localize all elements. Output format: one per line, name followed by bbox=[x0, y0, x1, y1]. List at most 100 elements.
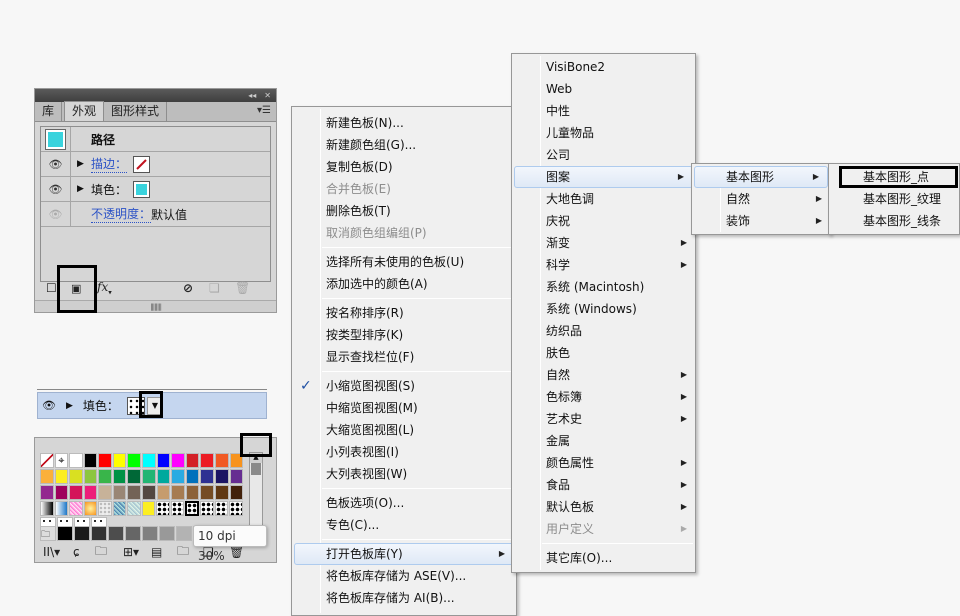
fill-swatch[interactable] bbox=[133, 180, 151, 198]
menu-item[interactable]: 庆祝 bbox=[512, 210, 695, 232]
menu-item[interactable]: 合并色板(E) bbox=[292, 178, 516, 200]
swatch[interactable] bbox=[127, 485, 142, 500]
clear-appearance-icon[interactable]: ⊘ bbox=[183, 281, 193, 295]
swatch[interactable] bbox=[156, 501, 170, 516]
gray-swatch[interactable] bbox=[108, 526, 124, 541]
menu-item[interactable]: 色标簿 ▶ bbox=[512, 386, 695, 408]
menu-item[interactable]: 默认色板 ▶ bbox=[512, 496, 695, 518]
panel-menu-icon[interactable]: ▾☰ bbox=[257, 105, 271, 116]
swatch[interactable] bbox=[98, 485, 112, 500]
menu-item[interactable]: 金属 bbox=[512, 430, 695, 452]
swatch[interactable] bbox=[83, 485, 98, 500]
swatch[interactable] bbox=[214, 453, 229, 468]
swatch[interactable] bbox=[141, 501, 156, 516]
swatch[interactable] bbox=[127, 501, 141, 516]
swatch[interactable] bbox=[229, 469, 244, 484]
swatch[interactable] bbox=[142, 485, 156, 500]
gray-swatch[interactable] bbox=[142, 526, 158, 541]
visibility-eye-icon[interactable]: 👁 bbox=[38, 399, 60, 412]
swatch[interactable] bbox=[214, 485, 229, 500]
swatch[interactable] bbox=[156, 453, 171, 468]
swatch[interactable] bbox=[214, 501, 229, 516]
menu-item[interactable]: 系统 (Macintosh) bbox=[512, 276, 695, 298]
menu-item[interactable]: 自然 ▶ bbox=[512, 364, 695, 386]
gray-swatch[interactable] bbox=[57, 526, 73, 541]
swatch[interactable] bbox=[69, 453, 83, 468]
menu-item[interactable]: 大缩览图视图(L) bbox=[292, 419, 516, 441]
collapse-icon[interactable]: ◂◂ bbox=[248, 91, 256, 100]
swatch[interactable] bbox=[40, 485, 54, 500]
swatch[interactable] bbox=[54, 501, 69, 516]
opacity-row[interactable]: 👁 不透明度： 默认值 bbox=[41, 202, 270, 227]
swatch[interactable] bbox=[40, 469, 54, 484]
swatch[interactable] bbox=[40, 453, 54, 468]
menu-item[interactable]: 复制色板(D) bbox=[292, 156, 516, 178]
swatch[interactable] bbox=[142, 453, 156, 468]
swatch[interactable] bbox=[214, 469, 229, 484]
menu-item[interactable]: 科学 ▶ bbox=[512, 254, 695, 276]
menu-item[interactable]: 小缩览图视图(S) ✓ bbox=[292, 375, 516, 397]
menu-item[interactable]: 大列表视图(W) bbox=[292, 463, 516, 485]
swatch[interactable] bbox=[171, 469, 185, 484]
menu-item[interactable]: 食品 ▶ bbox=[512, 474, 695, 496]
visibility-eye-icon[interactable]: 👁 bbox=[41, 152, 71, 176]
swatch[interactable] bbox=[54, 469, 69, 484]
menu-item[interactable]: 基本图形 ▶ bbox=[694, 166, 828, 188]
menu-item[interactable]: 基本图形_点 bbox=[839, 166, 958, 188]
new-group-icon[interactable]: 🗀 bbox=[177, 542, 189, 563]
swatch[interactable] bbox=[98, 453, 112, 468]
load-library-icon[interactable]: 🗀 bbox=[95, 542, 107, 563]
swatch[interactable]: ⌖ bbox=[54, 453, 69, 468]
swatch[interactable] bbox=[185, 469, 200, 484]
menu-item[interactable]: 基本图形_纹理 bbox=[829, 188, 959, 210]
swatch[interactable] bbox=[156, 469, 171, 484]
swatch[interactable] bbox=[200, 485, 214, 500]
menu-item[interactable]: 新建色板(N)... bbox=[292, 112, 516, 134]
menu-item[interactable]: 小列表视图(I) bbox=[292, 441, 516, 463]
swatch[interactable] bbox=[83, 501, 98, 516]
menu-item[interactable]: 肤色 bbox=[512, 342, 695, 364]
menu-item[interactable]: 颜色属性 ▶ bbox=[512, 452, 695, 474]
gray-swatch[interactable] bbox=[91, 526, 107, 541]
swatch[interactable] bbox=[229, 501, 243, 516]
menu-item[interactable]: VisiBone2 bbox=[512, 56, 695, 78]
tab-library[interactable]: 库 bbox=[35, 102, 63, 121]
menu-item[interactable]: 取消颜色组编组(P) bbox=[292, 222, 516, 244]
fx-icon[interactable]: fx▾ bbox=[97, 280, 112, 296]
swatch[interactable] bbox=[40, 501, 54, 516]
swatch[interactable] bbox=[98, 501, 112, 516]
swatch[interactable] bbox=[112, 453, 127, 468]
show-kind-icon[interactable]: ɕ bbox=[73, 545, 80, 559]
swatch[interactable] bbox=[171, 453, 185, 468]
swatch[interactable] bbox=[200, 453, 214, 468]
menu-item[interactable]: 用户定义 ▶ bbox=[512, 518, 695, 540]
swatch[interactable] bbox=[200, 501, 214, 516]
scrollbar[interactable]: ▲ bbox=[249, 452, 263, 536]
delete-icon[interactable]: 🗑 bbox=[229, 545, 244, 559]
swatch[interactable] bbox=[156, 485, 171, 500]
menu-item[interactable]: 新建颜色组(G)... bbox=[292, 134, 516, 156]
menu-item[interactable]: 公司 bbox=[512, 144, 695, 166]
close-icon[interactable]: ✕ bbox=[264, 91, 271, 100]
swatch[interactable] bbox=[185, 501, 200, 516]
expand-triangle-icon[interactable]: ▶ bbox=[77, 184, 91, 194]
swatch[interactable] bbox=[185, 453, 200, 468]
swatch[interactable] bbox=[170, 501, 185, 516]
gray-swatch[interactable] bbox=[176, 526, 192, 541]
menu-item[interactable]: Web bbox=[512, 78, 695, 100]
swatch-options-icon[interactable]: ▤ bbox=[151, 545, 162, 559]
menu-item[interactable]: 将色板库存储为 AI(B)... bbox=[292, 587, 516, 609]
new-stroke-icon[interactable]: ☐ bbox=[46, 281, 57, 295]
swatch[interactable] bbox=[142, 469, 156, 484]
swatch[interactable] bbox=[69, 469, 83, 484]
swatch[interactable] bbox=[83, 469, 98, 484]
tab-graphic-styles[interactable]: 图形样式 bbox=[104, 102, 168, 121]
swatch[interactable] bbox=[112, 469, 127, 484]
gray-swatch[interactable] bbox=[74, 526, 90, 541]
visibility-eye-icon[interactable]: 👁 bbox=[41, 177, 71, 201]
fill-row[interactable]: 👁 ▶ 填色： bbox=[41, 177, 270, 202]
menu-item[interactable]: 添加选中的颜色(A) bbox=[292, 273, 516, 295]
tab-appearance[interactable]: 外观 bbox=[64, 101, 105, 121]
stroke-label[interactable]: 描边： bbox=[91, 155, 128, 173]
swatch[interactable] bbox=[112, 501, 127, 516]
